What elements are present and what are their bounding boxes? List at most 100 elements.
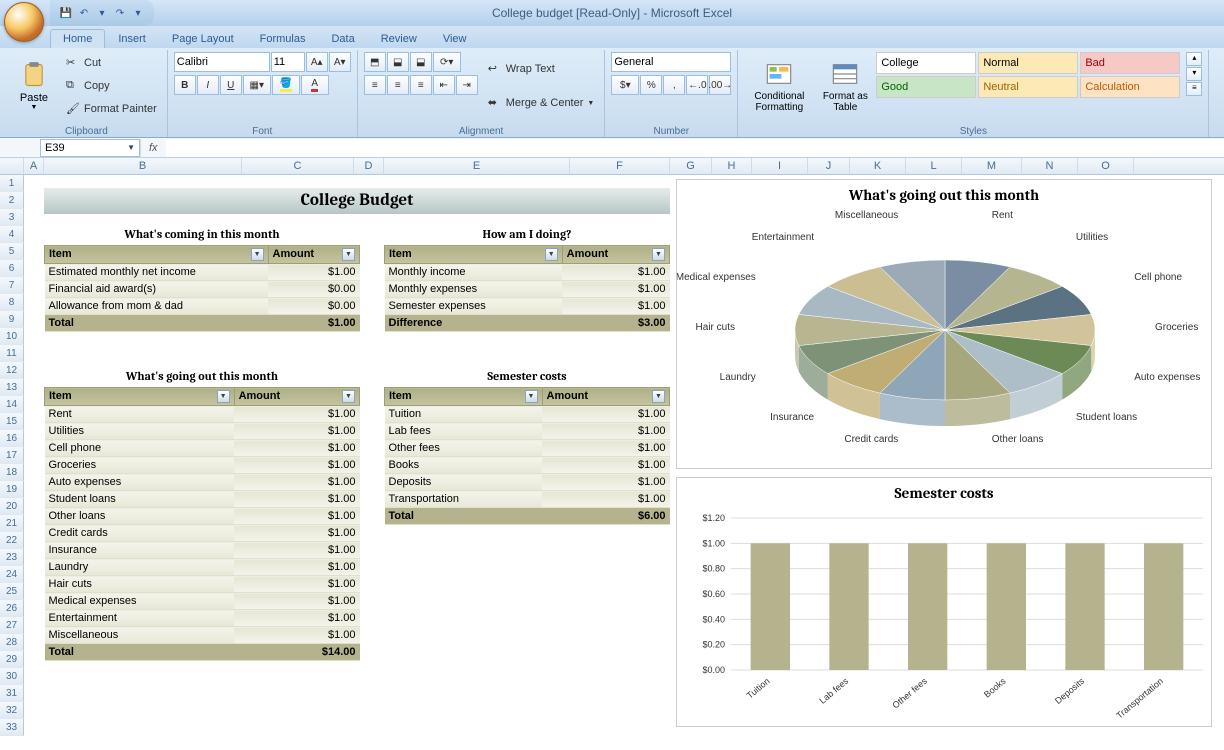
row-header-29[interactable]: 29	[0, 651, 24, 668]
row-header-26[interactable]: 26	[0, 600, 24, 617]
row-header-32[interactable]: 32	[0, 702, 24, 719]
shrink-font-button[interactable]: A▾	[329, 52, 351, 72]
incoming-table[interactable]: Item▼Amount▼Estimated monthly net income…	[44, 245, 360, 332]
border-button[interactable]: ▦▾	[243, 75, 271, 95]
col-header-F[interactable]: F	[570, 158, 670, 174]
fx-icon[interactable]: fx	[141, 142, 166, 154]
pie-chart[interactable]: What's going out this month RentUtilitie…	[676, 179, 1212, 469]
align-right-button[interactable]: ≡	[410, 75, 432, 95]
table-row[interactable]: Financial aid award(s)$0.00	[45, 281, 360, 298]
fill-color-button[interactable]: 🪣	[272, 75, 300, 95]
row-header-30[interactable]: 30	[0, 668, 24, 685]
tab-page-layout[interactable]: Page Layout	[159, 29, 247, 48]
tab-insert[interactable]: Insert	[105, 29, 159, 48]
worksheet-grid[interactable]: ABCDEFGHIJKLMNO 123456789101112131415161…	[0, 158, 1224, 750]
row-header-2[interactable]: 2	[0, 192, 24, 209]
row-header-15[interactable]: 15	[0, 413, 24, 430]
cut-button[interactable]: ✂Cut	[62, 55, 161, 71]
row-header-33[interactable]: 33	[0, 719, 24, 736]
table-header[interactable]: Item▼	[45, 246, 269, 264]
col-header-B[interactable]: B	[44, 158, 242, 174]
currency-button[interactable]: $ ▾	[611, 75, 639, 95]
formula-input[interactable]	[166, 139, 1224, 157]
table-row[interactable]: Hair cuts$1.00	[45, 576, 360, 593]
filter-icon[interactable]: ▼	[545, 248, 558, 261]
font-size-combo[interactable]	[271, 52, 305, 72]
qat-more-icon[interactable]: ▾	[130, 5, 146, 21]
increase-decimal-button[interactable]: ←.0	[686, 75, 708, 95]
semester-table[interactable]: Item▼Amount▼Tuition$1.00Lab fees$1.00Oth…	[384, 387, 670, 525]
align-center-button[interactable]: ≡	[387, 75, 409, 95]
table-row[interactable]: Monthly expenses$1.00	[385, 281, 670, 298]
row-header-16[interactable]: 16	[0, 430, 24, 447]
increase-indent-button[interactable]: ⇥	[456, 75, 478, 95]
table-header[interactable]: Amount▼	[542, 388, 669, 406]
tab-view[interactable]: View	[430, 29, 480, 48]
align-middle-button[interactable]: ⬓	[387, 52, 409, 72]
table-header[interactable]: Item▼	[45, 388, 235, 406]
tab-formulas[interactable]: Formulas	[247, 29, 319, 48]
conditional-formatting-button[interactable]: Conditional Formatting	[744, 52, 814, 120]
table-header[interactable]: Amount▼	[234, 388, 359, 406]
name-box[interactable]: E39▼	[40, 139, 140, 157]
table-row[interactable]: Other fees$1.00	[385, 440, 670, 457]
dropdown-icon[interactable]: ▾	[94, 5, 110, 21]
filter-icon[interactable]: ▼	[342, 390, 355, 403]
col-header-H[interactable]: H	[712, 158, 752, 174]
table-row[interactable]: Cell phone$1.00	[45, 440, 360, 457]
align-top-button[interactable]: ⬒	[364, 52, 386, 72]
col-header-M[interactable]: M	[962, 158, 1022, 174]
row-header-25[interactable]: 25	[0, 583, 24, 600]
row-header-5[interactable]: 5	[0, 243, 24, 260]
col-header-N[interactable]: N	[1022, 158, 1078, 174]
comma-button[interactable]: ,	[663, 75, 685, 95]
table-row[interactable]: Books$1.00	[385, 457, 670, 474]
outgoing-table[interactable]: Item▼Amount▼Rent$1.00Utilities$1.00Cell …	[44, 387, 360, 661]
row-header-7[interactable]: 7	[0, 277, 24, 294]
underline-button[interactable]: U	[220, 75, 242, 95]
col-header-D[interactable]: D	[354, 158, 384, 174]
table-row[interactable]: Utilities$1.00	[45, 423, 360, 440]
font-name-combo[interactable]	[174, 52, 270, 72]
row-header-17[interactable]: 17	[0, 447, 24, 464]
gallery-up-icon[interactable]: ▴	[1186, 52, 1202, 66]
filter-icon[interactable]: ▼	[525, 390, 538, 403]
col-header-L[interactable]: L	[906, 158, 962, 174]
style-cell-normal[interactable]: Normal	[978, 52, 1078, 74]
table-row[interactable]: Rent$1.00	[45, 406, 360, 423]
col-header-E[interactable]: E	[384, 158, 570, 174]
table-row[interactable]: Tuition$1.00	[385, 406, 670, 423]
col-header-G[interactable]: G	[670, 158, 712, 174]
table-header[interactable]: Item▼	[385, 246, 563, 264]
table-row[interactable]: Credit cards$1.00	[45, 525, 360, 542]
orientation-button[interactable]: ⟳▾	[433, 52, 461, 72]
cell-styles-gallery[interactable]: CollegeNormalBadGoodNeutralCalculation	[876, 52, 1180, 123]
row-header-4[interactable]: 4	[0, 226, 24, 243]
table-row[interactable]: Insurance$1.00	[45, 542, 360, 559]
bar-chart[interactable]: Semester costs $0.00$0.20$0.40$0.60$0.80…	[676, 477, 1212, 727]
table-row[interactable]: Miscellaneous$1.00	[45, 627, 360, 644]
row-header-24[interactable]: 24	[0, 566, 24, 583]
decrease-indent-button[interactable]: ⇤	[433, 75, 455, 95]
grow-font-button[interactable]: A▴	[306, 52, 328, 72]
copy-button[interactable]: ⧉Copy	[62, 78, 161, 94]
row-header-27[interactable]: 27	[0, 617, 24, 634]
row-header-22[interactable]: 22	[0, 532, 24, 549]
table-row[interactable]: Semester expenses$1.00	[385, 298, 670, 315]
tab-data[interactable]: Data	[318, 29, 367, 48]
style-cell-calculation[interactable]: Calculation	[1080, 76, 1180, 98]
filter-icon[interactable]: ▼	[652, 248, 665, 261]
row-header-12[interactable]: 12	[0, 362, 24, 379]
row-header-11[interactable]: 11	[0, 345, 24, 362]
tab-home[interactable]: Home	[50, 29, 105, 48]
table-row[interactable]: Allowance from mom & dad$0.00	[45, 298, 360, 315]
percent-button[interactable]: %	[640, 75, 662, 95]
align-bottom-button[interactable]: ⬓	[410, 52, 432, 72]
col-header-J[interactable]: J	[808, 158, 850, 174]
number-format-combo[interactable]	[611, 52, 731, 72]
redo-icon[interactable]: ↷	[112, 5, 128, 21]
chevron-down-icon[interactable]: ▼	[127, 143, 135, 152]
table-header[interactable]: Amount▼	[562, 246, 669, 264]
row-header-6[interactable]: 6	[0, 260, 24, 277]
table-row[interactable]: Estimated monthly net income$1.00	[45, 264, 360, 281]
